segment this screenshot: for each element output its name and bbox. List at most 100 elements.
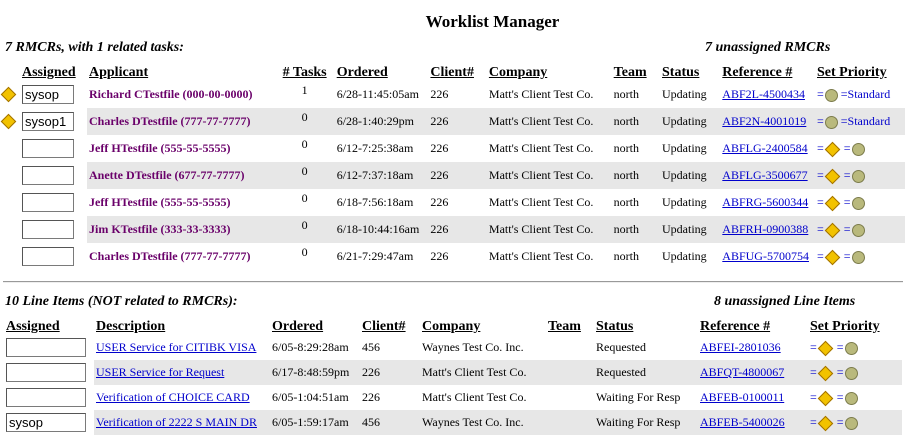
reference-link[interactable]: ABFEB-0100011	[700, 390, 784, 404]
column-header-ordered[interactable]: Ordered	[335, 60, 429, 81]
column-header-description[interactable]: Description	[94, 314, 270, 335]
rmcr-row: Anette DTestfile (677-77-7777) 0 6/12-7:37…	[20, 162, 905, 189]
column-header-reference[interactable]: Reference #	[698, 314, 808, 335]
high-priority-icon[interactable]	[824, 222, 841, 239]
assigned-input[interactable]	[6, 338, 86, 357]
assigned-cell	[4, 360, 94, 385]
normal-priority-icon[interactable]	[844, 341, 858, 355]
column-header-ordered[interactable]: Ordered	[270, 314, 360, 335]
set-priority-cell: = =	[815, 135, 905, 162]
assigned-input[interactable]	[6, 413, 86, 432]
company-name: Matt's Client Test Co.	[486, 108, 612, 135]
normal-priority-icon[interactable]	[844, 391, 858, 405]
assigned-input[interactable]	[22, 85, 74, 104]
normal-priority-icon[interactable]	[851, 223, 865, 237]
normal-priority-icon[interactable]	[851, 250, 865, 264]
column-header-assigned[interactable]: Assigned	[4, 314, 94, 335]
assigned-input[interactable]	[6, 363, 86, 382]
assigned-input[interactable]	[22, 193, 74, 212]
column-header-company[interactable]: Company	[487, 60, 612, 81]
column-header-team[interactable]: Team	[612, 60, 660, 81]
high-priority-icon[interactable]	[824, 141, 841, 158]
team-name: north	[611, 162, 661, 189]
normal-priority-icon[interactable]	[844, 366, 858, 380]
ordered-date: 6/18-10:44:16am	[334, 216, 429, 243]
ordered-date: 6/21-7:29:47am	[336, 249, 414, 263]
column-header-client[interactable]: Client#	[428, 60, 486, 81]
task-count: 0	[301, 191, 308, 205]
applicant-name[interactable]: Anette DTestfile (677-77-7777)	[87, 162, 275, 189]
ordered-date: 6/05-1:04:51am	[272, 390, 349, 404]
normal-priority-icon[interactable]	[824, 88, 838, 102]
priority-equals: =	[843, 168, 851, 182]
line-item-row: Verification of 2222 S MAIN DR 6/05-1:59:…	[4, 410, 902, 435]
reference-link[interactable]: ABFLG-3500677	[722, 168, 807, 182]
description-link[interactable]: Verification of 2222 S MAIN DR	[96, 415, 257, 429]
reference-link[interactable]: ABF2N-4001019	[722, 114, 806, 128]
description-link[interactable]: USER Service for CITIBK VISA	[96, 340, 256, 354]
normal-priority-icon[interactable]	[824, 115, 838, 129]
reference-link[interactable]: ABF2L-4500434	[722, 87, 805, 101]
description-link[interactable]: Verification of CHOICE CARD	[96, 390, 250, 404]
reference-cell: ABFRH-0900388	[720, 216, 815, 243]
applicant-name[interactable]: Charles DTestfile (777-77-7777)	[87, 108, 275, 135]
normal-priority-icon[interactable]	[851, 142, 865, 156]
assigned-input[interactable]	[22, 247, 74, 266]
assigned-input[interactable]	[6, 388, 86, 407]
column-header-set-priority[interactable]: Set Priority	[808, 314, 902, 335]
client-number: 226	[430, 87, 449, 101]
reference-link[interactable]: ABFEB-5400026	[700, 415, 785, 429]
priority-equals: =	[836, 340, 844, 354]
rmcr-row: Jeff HTestfile (555-55-5555) 0 6/12-7:25:3…	[20, 135, 905, 162]
applicant-name[interactable]: Jeff HTestfile (555-55-5555)	[87, 135, 275, 162]
applicant-name[interactable]: Jim KTestfile (333-33-3333)	[87, 216, 275, 243]
column-header-assigned[interactable]: Assigned	[20, 60, 87, 81]
normal-priority-icon[interactable]	[844, 416, 858, 430]
high-priority-icon[interactable]	[817, 340, 834, 357]
priority-equals: =	[843, 249, 851, 263]
column-header-reference[interactable]: Reference #	[720, 60, 815, 81]
line-item-row: USER Service for CITIBK VISA 6/05-8:29:28…	[4, 335, 902, 360]
column-header-company[interactable]: Company	[420, 314, 546, 335]
priority-equals: =	[810, 390, 817, 404]
assigned-input[interactable]	[22, 220, 74, 239]
high-priority-icon[interactable]	[824, 168, 841, 185]
description-cell: USER Service for Request	[94, 360, 270, 385]
column-header-team[interactable]: Team	[546, 314, 594, 335]
assigned-input[interactable]	[22, 166, 74, 185]
column-header-tasks[interactable]: # Tasks	[275, 60, 335, 81]
reference-cell: ABFEB-0100011	[698, 385, 808, 410]
column-header-applicant[interactable]: Applicant	[87, 60, 275, 81]
reference-link[interactable]: ABFQT-4800067	[700, 365, 784, 379]
high-priority-icon[interactable]	[817, 390, 834, 407]
description-link[interactable]: USER Service for Request	[96, 365, 224, 379]
applicant-name[interactable]: Richard CTestfile (000-00-0000)	[87, 81, 275, 108]
high-priority-icon[interactable]	[817, 365, 834, 382]
reference-link[interactable]: ABFRG-5600344	[722, 195, 808, 209]
applicant-name[interactable]: Charles DTestfile (777-77-7777)	[87, 243, 275, 270]
column-header-set-priority[interactable]: Set Priority	[815, 60, 905, 81]
normal-priority-icon[interactable]	[851, 169, 865, 183]
assigned-input[interactable]	[22, 112, 74, 131]
task-count: 1	[301, 83, 308, 97]
reference-link[interactable]: ABFLG-2400584	[722, 141, 807, 155]
reference-link[interactable]: ABFUG-5700754	[722, 249, 809, 263]
column-header-client[interactable]: Client#	[360, 314, 420, 335]
high-priority-icon[interactable]	[817, 415, 834, 432]
priority-equals: =	[817, 222, 824, 236]
client-number: 456	[362, 340, 380, 354]
reference-link[interactable]: ABFRH-0900388	[722, 222, 808, 236]
column-header-status[interactable]: Status	[594, 314, 698, 335]
normal-priority-icon[interactable]	[851, 196, 865, 210]
column-header-status[interactable]: Status	[660, 60, 720, 81]
priority-equals: =	[810, 340, 817, 354]
rmcr-row: Jim KTestfile (333-33-3333) 0 6/18-10:44:1…	[20, 216, 905, 243]
assigned-input[interactable]	[22, 139, 74, 158]
high-priority-icon[interactable]	[824, 249, 841, 266]
high-priority-icon[interactable]	[824, 195, 841, 212]
reference-link[interactable]: ABFEI-2801036	[700, 340, 781, 354]
ordered-date: 6/18-7:56:18am	[336, 195, 414, 209]
applicant-name[interactable]: Jeff HTestfile (555-55-5555)	[87, 189, 275, 216]
assigned-cell	[20, 135, 87, 162]
line-item-row: Verification of CHOICE CARD 6/05-1:04:51a…	[4, 385, 902, 410]
